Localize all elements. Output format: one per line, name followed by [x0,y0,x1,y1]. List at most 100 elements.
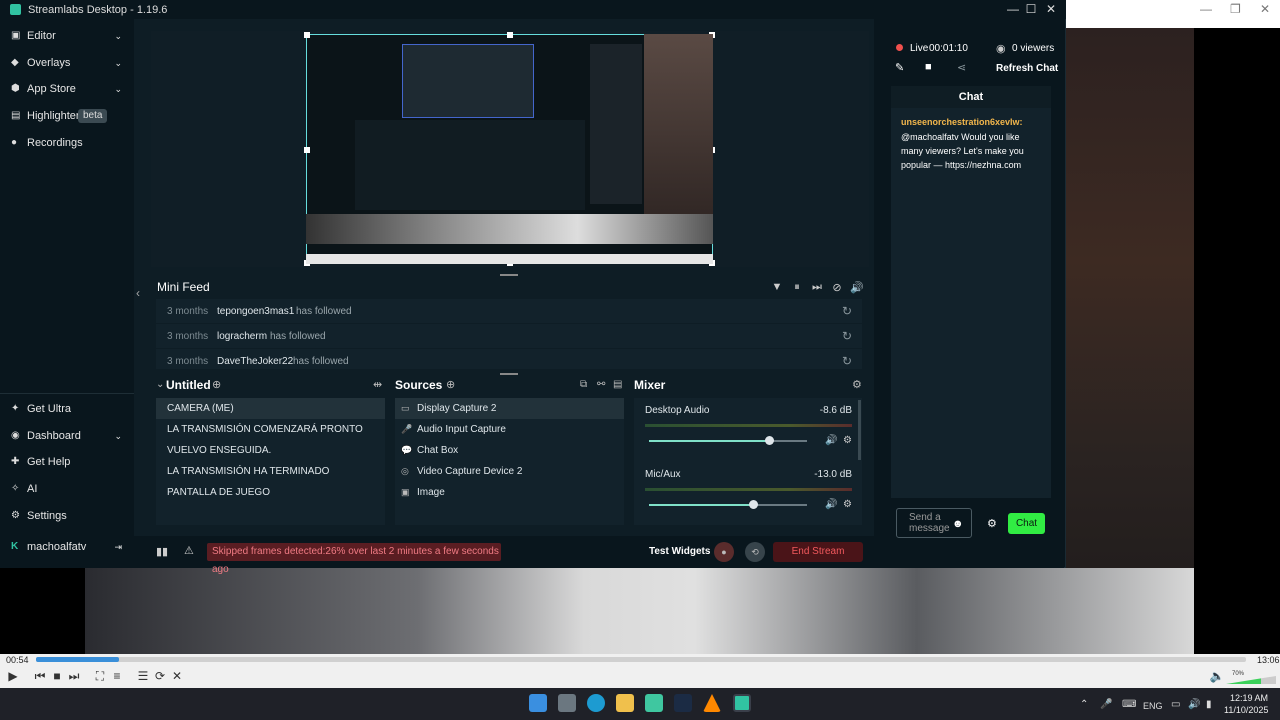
minimize-icon[interactable]: — [1200,2,1212,16]
source-item[interactable]: 🎤 Audio Input Capture [395,419,624,440]
scene-item[interactable]: CAMERA (ME) [156,398,385,419]
sidebar-item-ai[interactable]: ✧ AI [0,478,134,500]
recordings-icon: ● [11,137,18,148]
shuffle-icon[interactable]: ✕ [168,668,186,684]
share-icon[interactable]: ⋖ [957,61,966,74]
stop-icon[interactable]: ■ [48,668,66,684]
resize-handle[interactable] [507,32,513,38]
scene-item[interactable]: PANTALLA DE JUEGO [156,482,385,503]
gear-icon[interactable]: ⚙ [843,435,852,446]
sidebar-item-editor[interactable]: ▣ Editor ⌄ [0,25,134,47]
next-icon[interactable]: ⏭ [65,668,83,684]
test-widgets-label[interactable]: Test Widgets [649,546,710,557]
video-camera-icon[interactable]: ■ [925,61,932,73]
sidebar-item-get-ultra[interactable]: ✦ Get Ultra [0,398,134,420]
scene-collection-title[interactable]: Untitled [166,378,211,392]
repeat-alert-icon[interactable]: ↻ [842,304,852,318]
sidebar-item-highlighter[interactable]: ▤ Highlighter beta [0,105,134,127]
restore-icon[interactable]: ❐ [1230,2,1241,16]
resize-divider[interactable] [500,274,518,276]
sidebar-item-dashboard[interactable]: ◉ Dashboard ⌄ [0,425,134,447]
logout-icon[interactable]: ⇥ [114,536,122,558]
record-button[interactable]: ● [714,542,734,562]
close-icon[interactable]: ✕ [1041,2,1061,16]
sidebar-item-settings[interactable]: ⚙ Settings [0,505,134,527]
folder-icon[interactable]: ▤ [613,379,622,390]
source-item[interactable]: ▭ Display Capture 2 [395,398,624,419]
replay-buffer-icon[interactable]: ⟲ [745,542,765,562]
chevron-left-icon[interactable]: ‹ [136,286,140,300]
maximize-icon[interactable]: ☐ [1021,2,1041,16]
filter-icon[interactable]: ▼ [770,281,784,293]
edge-icon[interactable] [587,694,605,712]
microphone-tray-icon[interactable]: 🎤 [1100,699,1112,710]
source-item[interactable]: 💬 Chat Box [395,440,624,461]
playlist-icon[interactable]: ☰ [134,668,152,684]
extended-settings-icon[interactable]: ≡ [108,668,126,684]
scene-transitions-icon[interactable]: ⇹ [373,378,382,391]
chat-input-placeholder: Send a message [909,512,950,534]
sidebar-item-get-help[interactable]: ✚ Get Help [0,451,134,473]
close-icon[interactable]: ✕ [1260,2,1270,16]
pause-icon[interactable]: ⏸ [790,281,804,294]
scene-item[interactable]: LA TRANSMISIÓN HA TERMINADO [156,461,385,482]
streamlabs-icon[interactable] [733,694,751,712]
chevron-down-icon[interactable]: ⌄ [156,379,164,390]
select-icon[interactable]: ⧉ [580,379,587,390]
group-icon[interactable]: ⚯ [597,379,605,390]
add-source-icon[interactable]: ⊕ [446,378,455,391]
mixer-scrollbar[interactable] [858,400,861,460]
steam-icon[interactable] [674,694,692,712]
performance-icon[interactable]: ▮▮ [156,545,168,558]
window-title: Streamlabs Desktop - 1.19.6 [28,4,168,16]
volume-slider-knob[interactable] [749,500,758,509]
scene-item[interactable]: LA TRANSMISIÓN COMENZARÁ PRONTO [156,419,385,440]
resize-divider[interactable] [500,373,518,375]
minimize-icon[interactable]: — [1003,2,1023,16]
seek-bar[interactable] [36,657,1246,662]
language-indicator[interactable]: ENG [1143,701,1163,711]
notepad-icon[interactable] [645,694,663,712]
repeat-alert-icon[interactable]: ↻ [842,354,852,368]
source-item[interactable]: ▣ Image [395,482,624,503]
gear-icon[interactable]: ⚙ [843,499,852,510]
resize-handle[interactable] [304,32,310,38]
refresh-chat-button[interactable]: Refresh Chat [996,63,1058,74]
file-explorer-icon[interactable] [616,694,634,712]
start-icon[interactable] [529,694,547,712]
edit-stream-icon[interactable]: ✎ [895,61,904,74]
user-profile[interactable]: K machoalfatv ⇥ [0,536,134,558]
speaker-icon[interactable]: 🔈 [1208,668,1226,684]
warning-icon[interactable]: ⚠ [184,544,194,557]
loop-icon[interactable]: ⟳ [151,668,169,684]
chat-message-author[interactable]: unseenorchestration6xevlw: [901,117,1023,127]
battery-icon[interactable]: ▮ [1206,699,1212,710]
calculator-icon[interactable] [558,694,576,712]
sidebar-item-overlays[interactable]: ◆ Overlays ⌄ [0,52,134,74]
previous-icon[interactable]: ⏮ [31,668,49,684]
repeat-alert-icon[interactable]: ↻ [842,329,852,343]
end-stream-button[interactable]: End Stream [773,542,863,562]
speaker-icon[interactable]: 🔊 [825,499,837,510]
fullscreen-icon[interactable]: ⛶ [91,668,109,684]
mute-alerts-icon[interactable]: ⊘ [830,281,844,294]
volume-tray-icon[interactable]: 🔊 [1188,699,1200,710]
sidebar-item-app-store[interactable]: ⬢ App Store ⌄ [0,78,134,100]
skip-icon[interactable]: ⏭ [810,281,824,294]
network-icon[interactable]: ▭ [1171,699,1180,710]
scene-item[interactable]: VUELVO ENSEGUIDA. [156,440,385,461]
add-scene-icon[interactable]: ⊕ [212,378,221,391]
source-item[interactable]: ◎ Video Capture Device 2 [395,461,624,482]
chat-send-button[interactable]: Chat [1008,513,1045,534]
speaker-icon[interactable]: 🔊 [825,435,837,446]
volume-slider-knob[interactable] [765,436,774,445]
emoji-icon[interactable]: ☻ [952,518,964,530]
volume-icon[interactable]: 🔊 [850,281,864,294]
keyboard-icon[interactable]: ⌨ [1122,699,1136,710]
gear-icon[interactable]: ⚙ [987,517,997,530]
sidebar-item-recordings[interactable]: ● Recordings [0,132,134,154]
resize-handle[interactable] [304,147,310,153]
play-icon[interactable]: ▶ [4,668,22,684]
gear-icon[interactable]: ⚙ [852,378,862,391]
tray-chevron-icon[interactable]: ⌃ [1080,699,1088,710]
